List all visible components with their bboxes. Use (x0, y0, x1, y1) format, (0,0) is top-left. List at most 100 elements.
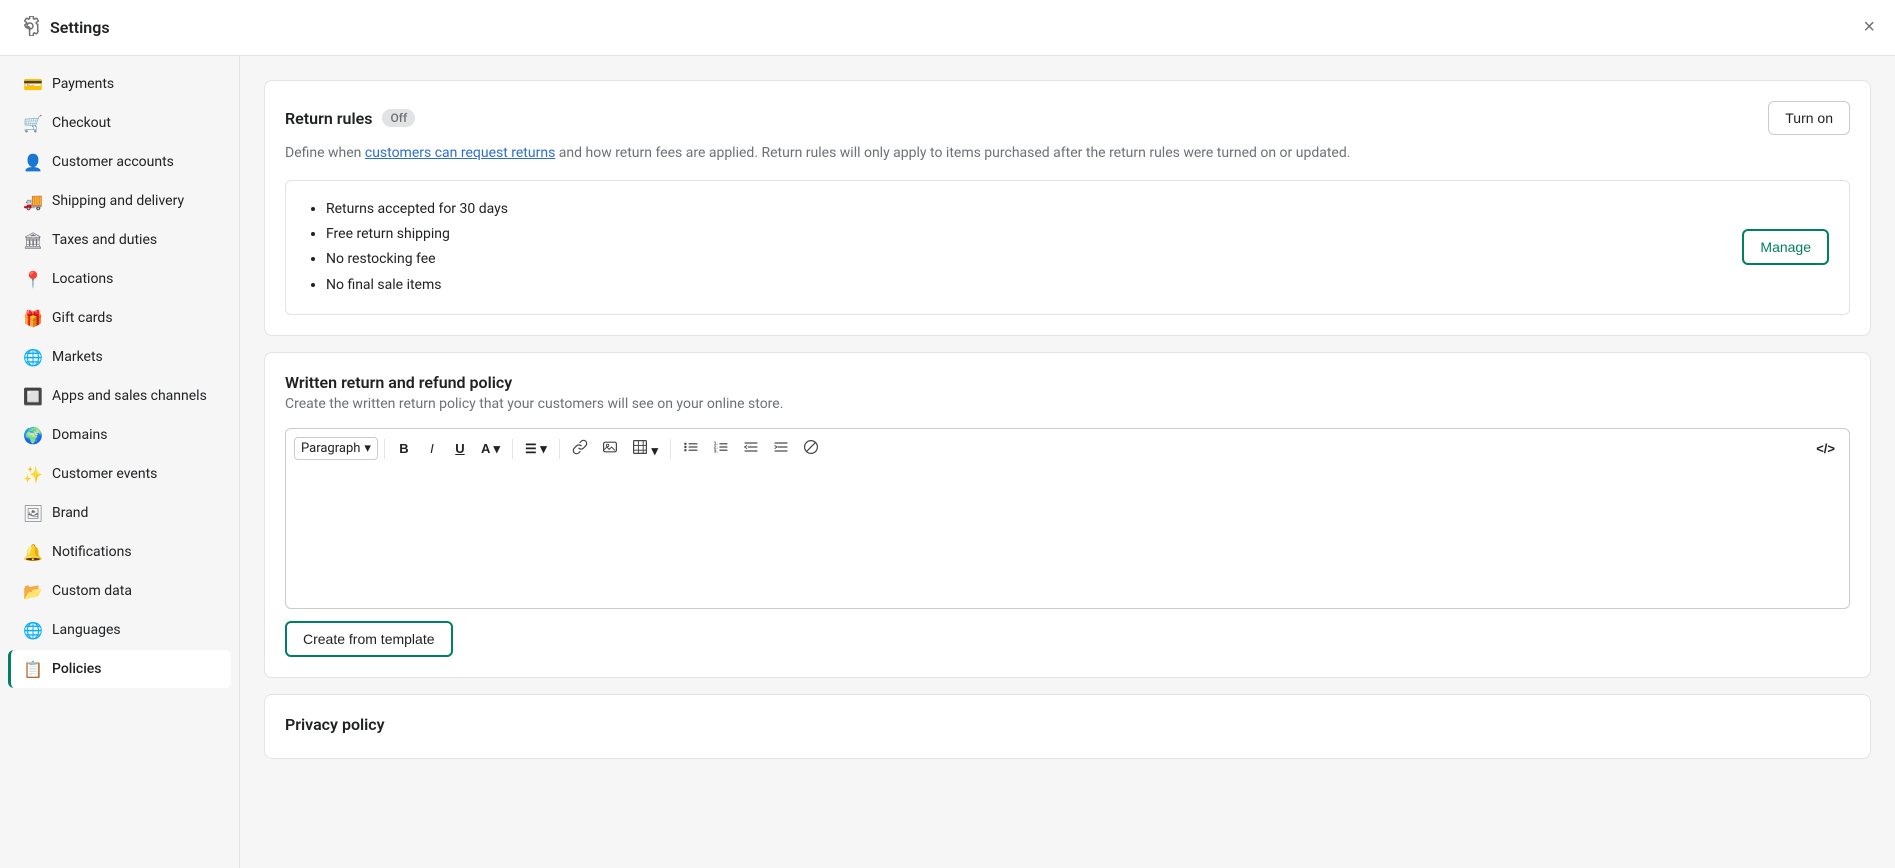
sidebar-item-policies[interactable]: 📋 Policies (8, 650, 231, 688)
table-button[interactable]: ▾ (626, 435, 664, 463)
link-button[interactable] (566, 435, 594, 462)
sidebar-item-label: Domains (52, 427, 107, 443)
svg-text:3.: 3. (714, 449, 718, 455)
return-rules-badge: Off (382, 109, 415, 127)
sidebar-item-label: Locations (52, 271, 113, 287)
indent-decrease-icon (743, 439, 759, 455)
clear-format-button[interactable] (797, 435, 825, 462)
sidebar-item-label: Payments (52, 76, 114, 92)
sidebar-item-label: Notifications (52, 544, 132, 560)
sidebar-item-label: Customer events (52, 466, 157, 482)
paragraph-select[interactable]: Paragraph ▾ (294, 437, 378, 460)
return-rules-title: Return rules (285, 109, 372, 128)
font-color-chevron-icon: ▾ (493, 441, 500, 456)
align-button[interactable]: ☰ ▾ (519, 437, 553, 461)
indent-increase-button[interactable] (767, 435, 795, 462)
sidebar-item-label: Brand (52, 505, 88, 521)
italic-button[interactable]: I (419, 437, 445, 460)
create-from-template-button[interactable]: Create from template (285, 621, 453, 657)
link-icon (572, 439, 588, 455)
written-policy-title: Written return and refund policy (285, 373, 1850, 392)
toolbar-divider-1 (384, 439, 385, 459)
bullet-list-icon (683, 439, 699, 455)
sidebar-item-payments[interactable]: 💳 Payments (8, 65, 231, 103)
sidebar-item-label: Languages (52, 622, 121, 638)
customers-request-returns-link[interactable]: customers can request returns (365, 145, 555, 161)
ordered-list-button[interactable]: 1.2.3. (707, 435, 735, 462)
rules-box: Returns accepted for 30 daysFree return … (285, 180, 1850, 315)
taxes-icon: 🏛 (24, 231, 42, 249)
sidebar-item-label: Customer accounts (52, 154, 174, 170)
editor-toolbar: Paragraph ▾ B I U A ▾ ☰ ▾ (285, 428, 1850, 469)
sidebar-item-label: Taxes and duties (52, 232, 157, 248)
sidebar-item-markets[interactable]: 🌐 Markets (8, 338, 231, 376)
markets-icon: 🌐 (24, 348, 42, 366)
written-policy-desc: Create the written return policy that yo… (285, 396, 1850, 412)
privacy-policy-card: Privacy policy (264, 694, 1871, 759)
customer-events-icon: ✨ (24, 465, 42, 483)
indent-decrease-button[interactable] (737, 435, 765, 462)
apps-icon: 🔲 (24, 387, 42, 405)
return-rules-header: Return rules Off Turn on (285, 101, 1850, 135)
toolbar-divider-4 (670, 439, 671, 459)
ordered-list-icon: 1.2.3. (713, 439, 729, 455)
turn-on-button[interactable]: Turn on (1768, 101, 1850, 135)
table-icon (632, 439, 648, 455)
sidebar-item-locations[interactable]: 📍 Locations (8, 260, 231, 298)
policies-icon: 📋 (24, 660, 42, 678)
font-color-button[interactable]: A ▾ (475, 437, 506, 461)
manage-button[interactable]: Manage (1742, 229, 1829, 265)
align-chevron-icon: ▾ (540, 441, 547, 456)
locations-icon: 📍 (24, 270, 42, 288)
source-code-button[interactable]: </> (1810, 437, 1841, 460)
body-layout: 💳 Payments 🛒 Checkout 👤 Customer account… (0, 56, 1895, 868)
bold-button[interactable]: B (391, 437, 417, 460)
languages-icon: 🌐 (24, 621, 42, 639)
media-button[interactable] (596, 435, 624, 462)
domains-icon: 🌍 (24, 426, 42, 444)
sidebar-item-label: Apps and sales channels (52, 388, 207, 404)
chevron-down-icon: ▾ (364, 441, 371, 456)
top-bar: Settings × (0, 0, 1895, 56)
underline-button[interactable]: U (447, 437, 473, 460)
payments-icon: 💳 (24, 75, 42, 93)
sidebar-item-customer-events[interactable]: ✨ Customer events (8, 455, 231, 493)
app-title: Settings (50, 18, 110, 37)
sidebar-item-taxes[interactable]: 🏛 Taxes and duties (8, 221, 231, 259)
shipping-icon: 🚚 (24, 192, 42, 210)
close-button[interactable]: × (1863, 16, 1875, 39)
return-rules-card: Return rules Off Turn on Define when cus… (264, 80, 1871, 336)
bullet-list-button[interactable] (677, 435, 705, 462)
table-chevron-icon: ▾ (651, 443, 658, 458)
sidebar-item-shipping[interactable]: 🚚 Shipping and delivery (8, 182, 231, 220)
sidebar-item-languages[interactable]: 🌐 Languages (8, 611, 231, 649)
toolbar-divider-2 (512, 439, 513, 459)
sidebar-item-label: Markets (52, 349, 103, 365)
sidebar-item-domains[interactable]: 🌍 Domains (8, 416, 231, 454)
customer-accounts-icon: 👤 (24, 153, 42, 171)
sidebar-item-label: Policies (52, 661, 102, 677)
written-policy-card: Written return and refund policy Create … (264, 352, 1871, 678)
sidebar-item-label: Custom data (52, 583, 132, 599)
sidebar-item-label: Checkout (52, 115, 111, 131)
media-icon (602, 439, 618, 455)
toolbar-divider-3 (559, 439, 560, 459)
sidebar-item-notifications[interactable]: 🔔 Notifications (8, 533, 231, 571)
sidebar-item-label: Shipping and delivery (52, 193, 184, 209)
sidebar-item-brand[interactable]: 🖼 Brand (8, 494, 231, 532)
rule-item: Free return shipping (326, 222, 508, 247)
checkout-icon: 🛒 (24, 114, 42, 132)
sidebar-item-checkout[interactable]: 🛒 Checkout (8, 104, 231, 142)
clear-format-icon (803, 439, 819, 455)
sidebar-item-custom-data[interactable]: 📂 Custom data (8, 572, 231, 610)
policy-editor[interactable] (285, 469, 1850, 609)
sidebar-item-label: Gift cards (52, 310, 113, 326)
rule-item: No final sale items (326, 273, 508, 298)
gift-cards-icon: 🎁 (24, 309, 42, 327)
sidebar-item-apps[interactable]: 🔲 Apps and sales channels (8, 377, 231, 415)
sidebar-item-customer-accounts[interactable]: 👤 Customer accounts (8, 143, 231, 181)
main-content: Return rules Off Turn on Define when cus… (240, 56, 1895, 868)
rule-item: No restocking fee (326, 247, 508, 272)
sidebar-item-gift-cards[interactable]: 🎁 Gift cards (8, 299, 231, 337)
return-rules-description: Define when customers can request return… (285, 143, 1850, 164)
